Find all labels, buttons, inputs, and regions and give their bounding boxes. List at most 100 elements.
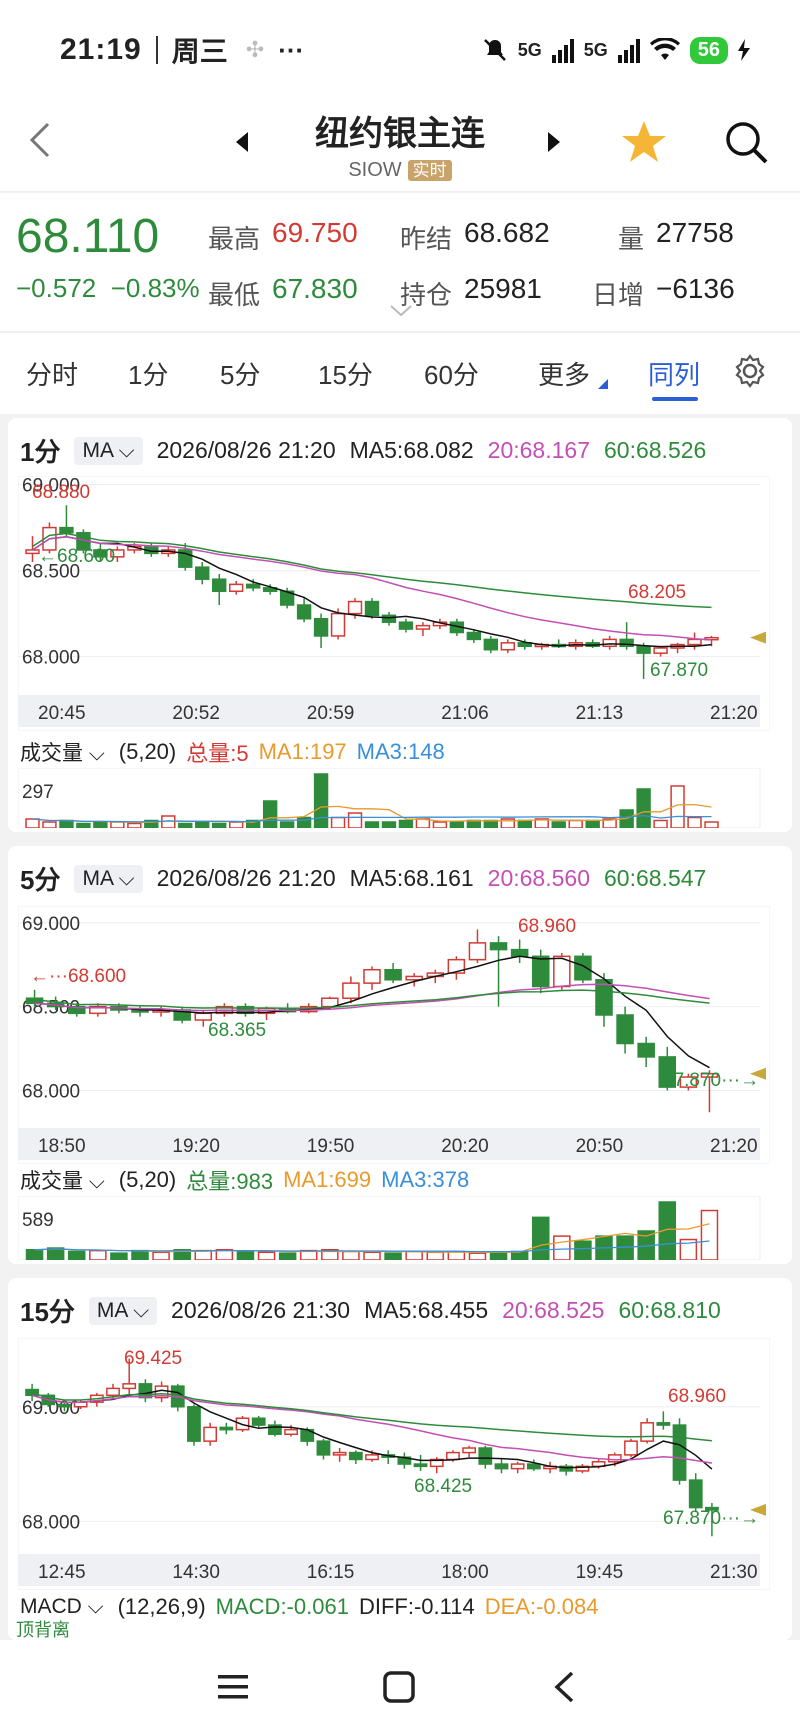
x-tick-label: 20:59: [307, 703, 355, 724]
x-tick-label: 19:20: [172, 1136, 220, 1157]
candle-body: [510, 1463, 525, 1470]
tab-more[interactable]: 更多: [538, 355, 590, 392]
volume-header: 成交量 ⌵ (5,20) 总量:983 MA1:699 MA3:378: [20, 1164, 469, 1196]
candle-body: [478, 1447, 493, 1465]
candle-body: [195, 566, 210, 580]
indicator-label: MA: [96, 1298, 128, 1322]
favorite-star-icon[interactable]: [620, 118, 668, 166]
tab-15min[interactable]: 15分: [318, 355, 373, 392]
candlestick-chart[interactable]: 69.00068.50068.00020:45 20:52 20:59 21:06 21…: [18, 476, 770, 731]
candlestick-chart[interactable]: 69.00068.00012:45 14:30 16:15 18:00 19:45 21:…: [18, 1338, 770, 1590]
ref-price-label: ←···68.600: [30, 966, 126, 987]
network-type-1: 5G: [517, 39, 542, 60]
settings-gear-icon[interactable]: [732, 353, 768, 389]
volume-bar: [42, 821, 57, 828]
volume-bar: [432, 821, 448, 828]
volume-bar: [551, 821, 566, 828]
home-icon[interactable]: [382, 1670, 416, 1704]
volume-ma1: MA1:197: [258, 739, 347, 764]
candle-body: [640, 1422, 655, 1442]
candle-body: [284, 1428, 298, 1436]
volume-bar: [212, 822, 227, 828]
candle-body: [483, 638, 499, 651]
macd-header: MACD ⌵ (12,26,9) MACD:-0.061 DIFF:-0.114…: [20, 1594, 598, 1620]
ma60-value: 60:68.810: [618, 1297, 721, 1323]
volume-indicator-select[interactable]: 成交量 ⌵: [20, 1165, 105, 1195]
candle-body: [602, 638, 617, 648]
volume-chart[interactable]: 589: [18, 1196, 770, 1260]
indicator-select[interactable]: MA ⌵: [74, 864, 143, 893]
candle-body: [364, 600, 380, 617]
x-tick-label: 18:50: [38, 1136, 86, 1157]
volume-bar: [653, 819, 668, 828]
max-price-label: 68.880: [32, 482, 90, 503]
ma5-value: MA5:68.082: [349, 437, 474, 463]
open-interest-value: 25981: [464, 273, 542, 304]
volume-bar: [76, 822, 91, 828]
y-tick-label: 69.000: [22, 914, 80, 935]
volume-bar: [531, 1216, 550, 1260]
status-bar: 21:19 周三 ✣ ··· 5G 5G 56: [0, 0, 800, 100]
divergence-tag: 顶背离: [16, 1620, 70, 1640]
candle-body: [405, 975, 423, 981]
tab-60min[interactable]: 60分: [424, 355, 479, 392]
tab-1min[interactable]: 1分: [128, 355, 168, 392]
chart-panel-1min: 1分 MA ⌵ 2026/08/26 21:20 MA5:68.082 20:6…: [8, 418, 792, 832]
prev-settle-label: 昨结: [400, 224, 453, 254]
tab-same-list[interactable]: 同列: [648, 355, 700, 392]
dea-value: DEA:-0.084: [484, 1594, 599, 1619]
volume-y-label: 297: [22, 782, 54, 803]
signal-icon: [551, 37, 574, 63]
volume-indicator-select[interactable]: 成交量 ⌵: [20, 737, 105, 767]
status-more-icon: ···: [278, 34, 305, 65]
menu-icon[interactable]: [216, 1672, 250, 1702]
next-contract-button[interactable]: [548, 132, 560, 152]
indicator-select[interactable]: MA ⌵: [88, 1296, 158, 1325]
candlestick-chart[interactable]: 69.00068.50068.00018:50 19:20 19:50 20:20 20…: [18, 906, 770, 1164]
candle-body: [413, 1463, 428, 1468]
candle-body: [500, 642, 516, 651]
indicator-select[interactable]: MA ⌵: [74, 436, 143, 465]
candle-body: [251, 1417, 266, 1426]
candle-body: [348, 1451, 363, 1461]
ma20-value: 20:68.525: [502, 1297, 605, 1323]
ma5-value: MA5:68.455: [364, 1297, 489, 1323]
quote-header: 68.110 −0.572 −0.83% 最高 69.750 最低 67.830…: [0, 193, 800, 331]
chart-background: [18, 476, 770, 731]
macd-params: (12,26,9): [117, 1594, 206, 1619]
panel-datetime: 2026/08/26 21:30: [171, 1297, 351, 1323]
back-icon[interactable]: [552, 1670, 576, 1704]
x-tick-label: 20:50: [576, 1136, 624, 1157]
candle-body: [347, 600, 363, 615]
expand-chevron-icon[interactable]: [390, 305, 412, 317]
low-label: 最低: [208, 280, 261, 310]
volume-total: 总量:5: [186, 741, 249, 766]
tab-timeshare[interactable]: 分时: [26, 355, 78, 392]
high-label: 最高: [208, 224, 261, 254]
volume-chart[interactable]: 297: [18, 768, 770, 828]
x-tick-label: 16:15: [307, 1562, 355, 1583]
ma5-value: MA5:68.161: [349, 865, 474, 891]
candle-body: [636, 645, 651, 654]
candle-body: [228, 583, 244, 592]
volume-header: 成交量 ⌵ (5,20) 总量:5 MA1:197 MA3:148: [20, 736, 445, 768]
chart-panel-5min: 5分 MA ⌵ 2026/08/26 21:20 MA5:68.161 20:6…: [8, 846, 792, 1264]
volume-bar: [704, 821, 719, 828]
candle-body: [466, 631, 482, 641]
candle-body: [203, 1426, 218, 1442]
x-tick-label: 19:45: [576, 1562, 624, 1583]
search-icon[interactable]: [722, 118, 770, 166]
ma20-value: 20:68.167: [487, 437, 590, 463]
time-axis-band: [18, 695, 760, 727]
mid-low-label: 68.425: [414, 1476, 472, 1497]
tab-5min[interactable]: 5分: [220, 355, 260, 392]
candle-body: [384, 968, 402, 981]
x-tick-label: 21:30: [710, 1562, 758, 1583]
nav-bar: 纽约银主连 SIOW 实时: [0, 100, 800, 192]
volume-bar: [585, 819, 600, 828]
x-tick-label: 12:45: [38, 1562, 86, 1583]
volume-ma3: MA3:378: [381, 1167, 470, 1192]
candle-body: [245, 583, 261, 589]
volume-bar: [489, 1251, 508, 1260]
local-high-label: 68.960: [668, 1386, 726, 1407]
